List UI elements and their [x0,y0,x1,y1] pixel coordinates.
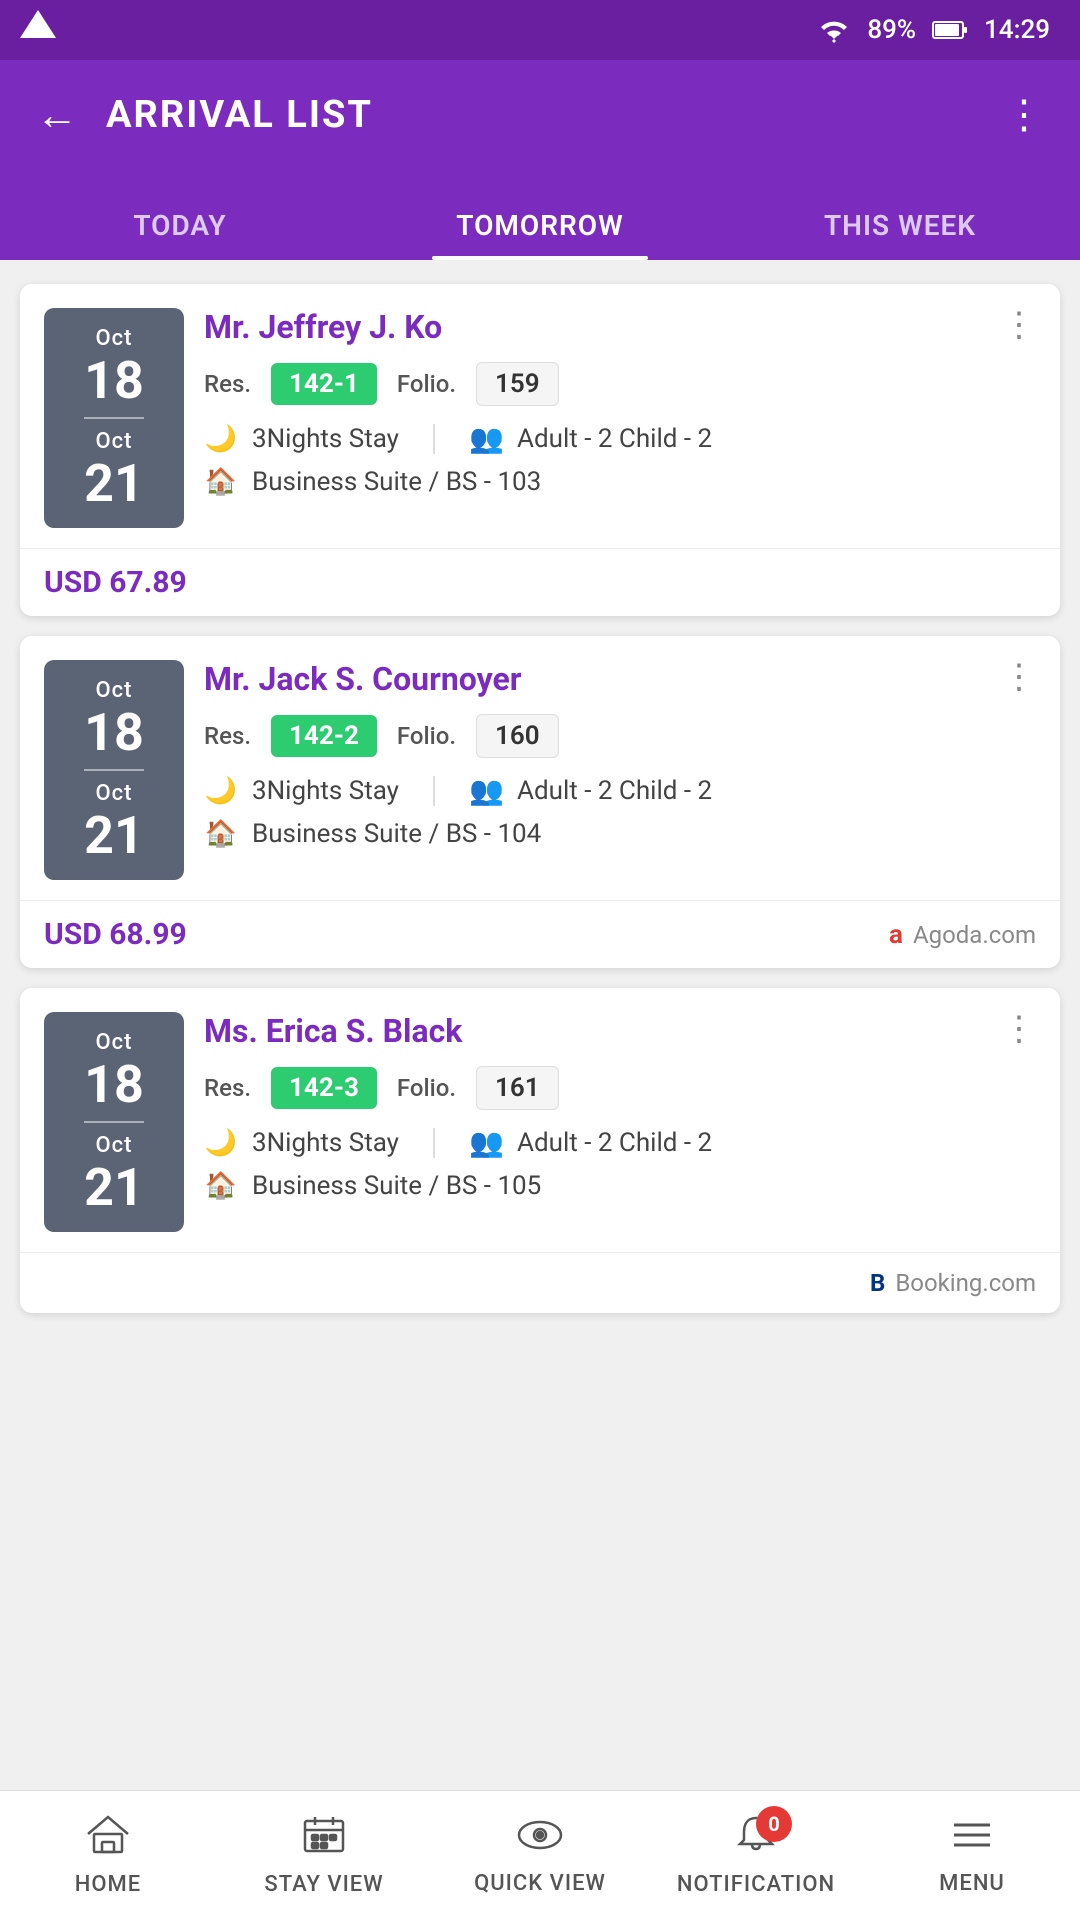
nights-row-2: 🌙 3Nights Stay 👥 Adult - 2 Child - 2 [204,774,1036,807]
card-header-row-1: Mr. Jeffrey J. Ko ⋮ [204,308,1036,362]
card-header-row-3: Ms. Erica S. Black ⋮ [204,1012,1036,1066]
card-info-1: Mr. Jeffrey J. Ko ⋮ Res. 142-1 Folio. 15… [204,308,1036,509]
nav-notification[interactable]: 0 NOTIFICATION [648,1804,864,1907]
source-3: B Booking.com [870,1269,1036,1297]
nav-menu[interactable]: MENU [864,1806,1080,1906]
date-badge-2: Oct 18 Oct 21 [44,660,184,880]
calendar-icon [302,1814,346,1864]
arrival-card-2: Oct 18 Oct 21 Mr. Jack S. Cournoyer ⋮ Re… [20,636,1060,968]
wifi-icon [817,17,851,43]
res-badge-1: 142-1 [271,363,377,405]
room-row-2: 🏠 Business Suite / BS - 104 [204,819,1036,849]
folio-badge-1: 159 [476,362,559,406]
card-main-2: Oct 18 Oct 21 Mr. Jack S. Cournoyer ⋮ Re… [20,636,1060,900]
nights-row-3: 🌙 3Nights Stay 👥 Adult - 2 Child - 2 [204,1126,1036,1159]
card-footer-1: USD 67.89 [20,548,1060,616]
card-info-3: Ms. Erica S. Black ⋮ Res. 142-3 Folio. 1… [204,1012,1036,1213]
notification-badge: 0 [756,1806,792,1842]
source-2: a Agoda.com [889,920,1036,950]
bottom-spacer [20,1333,1060,1473]
res-badge-2: 142-2 [271,715,377,757]
tab-today[interactable]: TODAY [0,209,360,260]
guests-icon-3: 👥 [469,1126,503,1159]
room-icon-2: 🏠 [204,819,238,849]
price-1: USD 67.89 [44,565,187,600]
eye-icon [516,1816,564,1863]
app-header: ← ARRIVAL LIST ⋮ [0,60,1080,170]
nights-row-1: 🌙 3Nights Stay 👥 Adult - 2 Child - 2 [204,422,1036,455]
date-badge-3: Oct 18 Oct 21 [44,1012,184,1232]
signal-icon [20,10,56,38]
tab-bar: TODAY TOMORROW THIS WEEK [0,170,1080,260]
date-divider-1 [84,417,144,419]
card-footer-3: B Booking.com [20,1252,1060,1313]
clock: 14:29 [984,15,1050,45]
battery-percentage: 89% [867,15,916,45]
bell-icon: 0 [734,1814,778,1864]
card-info-2: Mr. Jack S. Cournoyer ⋮ Res. 142-2 Folio… [204,660,1036,861]
nav-stayview[interactable]: STAY VIEW [216,1804,432,1907]
booking-icon: B [870,1269,885,1297]
card-header-row-2: Mr. Jack S. Cournoyer ⋮ [204,660,1036,714]
battery-icon [932,19,968,41]
date-divider-2 [84,769,144,771]
guests-icon-1: 👥 [469,422,503,455]
guest-name-2: Mr. Jack S. Cournoyer [204,660,522,698]
tab-thisweek[interactable]: THIS WEEK [720,209,1080,260]
header-left: ← ARRIVAL LIST [36,91,373,140]
home-icon [86,1814,130,1864]
res-badge-3: 142-3 [271,1067,377,1109]
status-right: 89% 14:29 [817,15,1050,45]
back-button[interactable]: ← [36,91,78,140]
room-icon-3: 🏠 [204,1171,238,1201]
date-divider-3 [84,1121,144,1123]
card-more-button-2[interactable]: ⋮ [990,660,1036,694]
guest-name-1: Mr. Jeffrey J. Ko [204,308,442,346]
signal-indicator [20,10,56,42]
card-main-1: Oct 18 Oct 21 Mr. Jeffrey J. Ko ⋮ Res. 1… [20,284,1060,548]
card-footer-2: USD 68.99 a Agoda.com [20,900,1060,968]
moon-icon-3: 🌙 [204,1128,238,1158]
price-2: USD 68.99 [44,917,187,952]
moon-icon-1: 🌙 [204,424,238,454]
nav-home[interactable]: HOME [0,1804,216,1907]
arrival-card-3: Oct 18 Oct 21 Ms. Erica S. Black ⋮ Res. … [20,988,1060,1313]
card-more-button-3[interactable]: ⋮ [990,1012,1036,1046]
room-row-3: 🏠 Business Suite / BS - 105 [204,1171,1036,1201]
res-row-3: Res. 142-3 Folio. 161 [204,1066,1036,1110]
folio-badge-2: 160 [476,714,559,758]
more-options-button[interactable]: ⋮ [1004,95,1044,135]
menu-icon [950,1816,994,1863]
guest-name-3: Ms. Erica S. Black [204,1012,462,1050]
date-badge-1: Oct 18 Oct 21 [44,308,184,528]
moon-icon-2: 🌙 [204,776,238,806]
guests-icon-2: 👥 [469,774,503,807]
room-icon-1: 🏠 [204,467,238,497]
card-main-3: Oct 18 Oct 21 Ms. Erica S. Black ⋮ Res. … [20,988,1060,1252]
arrival-card-1: Oct 18 Oct 21 Mr. Jeffrey J. Ko ⋮ Res. 1… [20,284,1060,616]
res-row-2: Res. 142-2 Folio. 160 [204,714,1036,758]
bottom-navigation: HOME STAY VIEW QUICK V [0,1790,1080,1920]
res-row-1: Res. 142-1 Folio. 159 [204,362,1036,406]
arrival-list: Oct 18 Oct 21 Mr. Jeffrey J. Ko ⋮ Res. 1… [0,260,1080,1497]
tab-tomorrow[interactable]: TOMORROW [360,209,720,260]
card-more-button-1[interactable]: ⋮ [990,308,1036,342]
status-bar: 89% 14:29 [0,0,1080,60]
page-title: ARRIVAL LIST [106,93,373,137]
agoda-icon: a [889,920,903,950]
nav-quickview[interactable]: QUICK VIEW [432,1806,648,1906]
folio-badge-3: 161 [476,1066,559,1110]
room-row-1: 🏠 Business Suite / BS - 103 [204,467,1036,497]
